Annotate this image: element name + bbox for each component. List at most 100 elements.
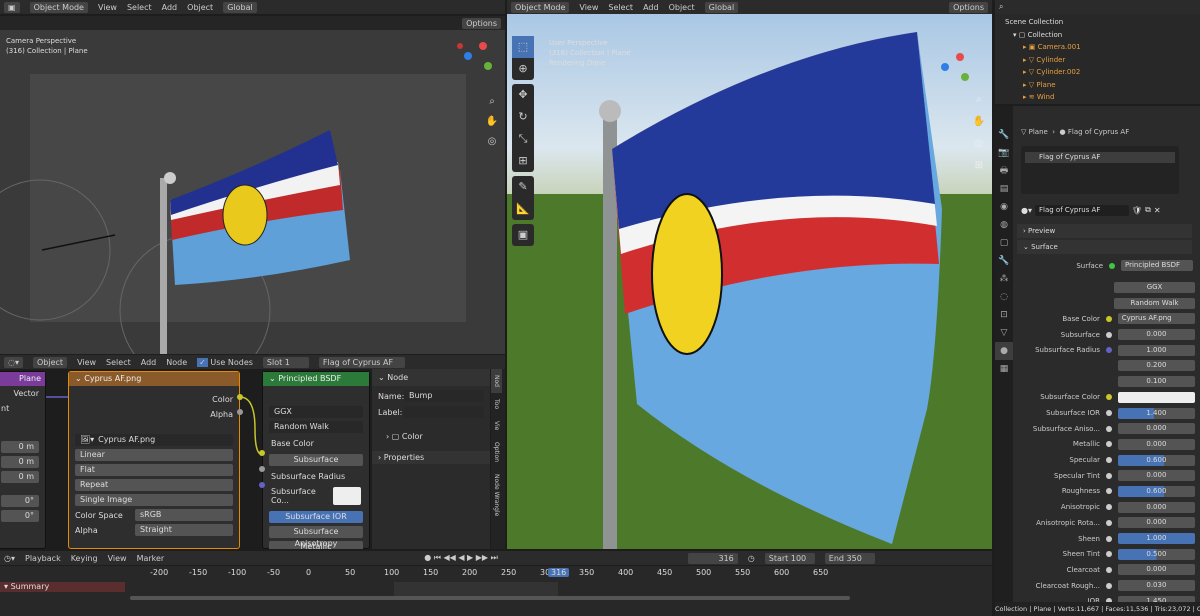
- tab-tool[interactable]: Too: [491, 393, 502, 415]
- outliner-wind[interactable]: ▸ ≋ Wind: [1005, 91, 1190, 104]
- image-texture-node[interactable]: ⌄ Cyprus AF.png Color Alpha 🖼▾ Cyprus AF.…: [68, 371, 240, 549]
- property-value-field[interactable]: 0.030: [1117, 580, 1195, 592]
- property-socket[interactable]: [1106, 535, 1112, 542]
- slot-select[interactable]: Slot 1: [262, 356, 309, 368]
- playhead-label[interactable]: 316: [548, 568, 570, 577]
- cursor-tool-icon[interactable]: ⊕: [512, 58, 534, 80]
- timeline-editor-icon[interactable]: ◷▾: [4, 554, 15, 563]
- material-slot-list[interactable]: Flag of Cyprus AF: [1021, 146, 1179, 194]
- tool-tab-icon[interactable]: 🔧: [995, 126, 1013, 144]
- extension-dropdown[interactable]: Repeat: [75, 479, 233, 491]
- node-menu-add[interactable]: Add: [141, 358, 157, 367]
- menu-object-2[interactable]: Object: [669, 3, 695, 12]
- move-tool-icon[interactable]: ✥: [512, 84, 534, 106]
- options-button[interactable]: Options: [462, 17, 501, 29]
- constraints-tab-icon[interactable]: ⊡: [995, 306, 1013, 324]
- property-socket[interactable]: [1106, 331, 1112, 338]
- menu-object[interactable]: Object: [187, 3, 213, 12]
- world-tab-icon[interactable]: ◍: [995, 216, 1013, 234]
- property-value-field[interactable]: [1117, 391, 1195, 403]
- property-socket[interactable]: [1106, 551, 1112, 558]
- material-tab-icon[interactable]: ●: [995, 342, 1013, 360]
- current-frame-field[interactable]: 316: [687, 552, 738, 564]
- subsurface-socket-node[interactable]: [259, 466, 265, 472]
- bsdf-subsurface-color-swatch[interactable]: [332, 487, 361, 505]
- location-y-field[interactable]: 0 m: [1, 456, 39, 468]
- editor-type-button[interactable]: ▣: [4, 1, 20, 13]
- transform-orientation[interactable]: Global: [223, 1, 257, 13]
- projection-dropdown[interactable]: Flat: [75, 464, 233, 476]
- render-viewport[interactable]: User Perspective (316) Collection | Plan…: [507, 14, 992, 549]
- camera-icon[interactable]: ◎: [482, 132, 502, 152]
- fake-user-icon[interactable]: 🛡: [1132, 206, 1142, 215]
- particles-tab-icon[interactable]: ⁂: [995, 270, 1013, 288]
- interpolation-dropdown[interactable]: Linear: [75, 449, 233, 461]
- image-selector[interactable]: 🖼▾ Cyprus AF.png: [75, 434, 233, 446]
- property-socket[interactable]: [1106, 582, 1112, 589]
- property-value-field[interactable]: 0.000: [1117, 564, 1195, 576]
- bsdf-subsurface[interactable]: Subsurface: [269, 454, 363, 466]
- output-tab-icon[interactable]: 🖶: [995, 162, 1013, 180]
- timeline-marker-menu[interactable]: Marker: [137, 554, 165, 563]
- node-menu-view[interactable]: View: [77, 358, 96, 367]
- principled-bsdf-node[interactable]: ⌄ Principled BSDF GGX Random Walk Base C…: [262, 371, 370, 549]
- property-value-field[interactable]: 0.000: [1117, 423, 1195, 435]
- property-value-field[interactable]: 0.200: [1117, 360, 1195, 372]
- timeline-keying-menu[interactable]: Keying: [71, 554, 98, 563]
- property-value-field[interactable]: 1.400: [1117, 407, 1195, 419]
- camera-viewport[interactable]: Camera Perspective (316) Collection | Pl…: [0, 30, 505, 354]
- pan-icon[interactable]: ✋: [482, 112, 502, 132]
- end-frame-field[interactable]: 350: [847, 554, 862, 563]
- property-value-field[interactable]: 0.000: [1117, 501, 1195, 513]
- tab-node[interactable]: Nod: [491, 369, 502, 393]
- timeline-playback-menu[interactable]: Playback: [25, 554, 61, 563]
- node-canvas[interactable]: Plane Vector nt 0 m 0 m 0 m 0° 0° ⌄ Cypr…: [0, 369, 505, 549]
- data-tab-icon[interactable]: ▽: [995, 324, 1013, 342]
- texture-tab-icon[interactable]: ▦: [995, 360, 1013, 378]
- clock-icon[interactable]: ◷: [748, 554, 755, 563]
- mode-select[interactable]: Object Mode: [29, 1, 88, 13]
- preview-panel[interactable]: › Preview: [1017, 224, 1192, 238]
- property-value-field[interactable]: 0.000: [1117, 329, 1195, 341]
- property-value-field[interactable]: 0.000: [1117, 517, 1195, 529]
- node-editor-type[interactable]: ◌▾: [4, 356, 23, 368]
- menu-select[interactable]: Select: [127, 3, 152, 12]
- property-value-field[interactable]: 0.600: [1117, 485, 1195, 497]
- property-value-field[interactable]: 1.000: [1117, 533, 1195, 545]
- menu-view[interactable]: View: [98, 3, 117, 12]
- location-x-field[interactable]: 0 m: [1, 441, 39, 453]
- material-browse-icon[interactable]: ●▾: [1021, 206, 1032, 215]
- select-box-tool-icon[interactable]: ⬚: [512, 36, 534, 58]
- property-value-field[interactable]: 0.100: [1117, 376, 1195, 388]
- scale-tool-icon[interactable]: ⤡: [512, 128, 534, 150]
- color-socket[interactable]: [237, 394, 243, 400]
- zoom-icon[interactable]: ⌕: [482, 92, 502, 112]
- radius-socket-node[interactable]: [259, 482, 265, 488]
- base-color-texture-field[interactable]: Cyprus AF.png: [1117, 313, 1195, 325]
- color-space-dropdown[interactable]: sRGB: [135, 509, 233, 521]
- tab-node-wrangler[interactable]: Node Wrangle: [491, 468, 502, 522]
- menu-select-2[interactable]: Select: [608, 3, 633, 12]
- properties-subpanel[interactable]: › Properties: [372, 451, 490, 464]
- nav-gizmo-2[interactable]: [941, 53, 969, 81]
- timeline-view-menu[interactable]: View: [108, 554, 127, 563]
- property-value-field[interactable]: 1.000: [1117, 344, 1195, 356]
- node-material-field[interactable]: Flag of Cyprus AF: [318, 356, 405, 368]
- view-layer-tab-icon[interactable]: ▤: [995, 180, 1013, 198]
- color-subpanel[interactable]: › ▢ Color: [372, 422, 490, 451]
- node-menu-node[interactable]: Node: [166, 358, 187, 367]
- timeline-scrollbar[interactable]: [130, 596, 850, 600]
- node-label-field[interactable]: [404, 406, 484, 418]
- start-frame-field[interactable]: 100: [791, 554, 806, 563]
- options-button-2[interactable]: Options: [949, 1, 988, 13]
- scene-collection[interactable]: Scene Collection: [1005, 16, 1190, 29]
- camera-icon-2[interactable]: ◎: [969, 133, 989, 155]
- rotation-y-field[interactable]: 0°: [1, 510, 39, 522]
- image-browse-icon[interactable]: 🖼▾: [80, 434, 94, 446]
- material-slot-item[interactable]: Flag of Cyprus AF: [1025, 152, 1175, 163]
- source-dropdown[interactable]: Single Image: [75, 494, 233, 506]
- timeline-area[interactable]: -200-150-100-500501001502002503003504004…: [0, 566, 992, 616]
- property-socket[interactable]: [1106, 347, 1112, 354]
- zoom-icon-2[interactable]: ⌕: [969, 89, 989, 111]
- property-value-field[interactable]: 0.000: [1117, 470, 1195, 482]
